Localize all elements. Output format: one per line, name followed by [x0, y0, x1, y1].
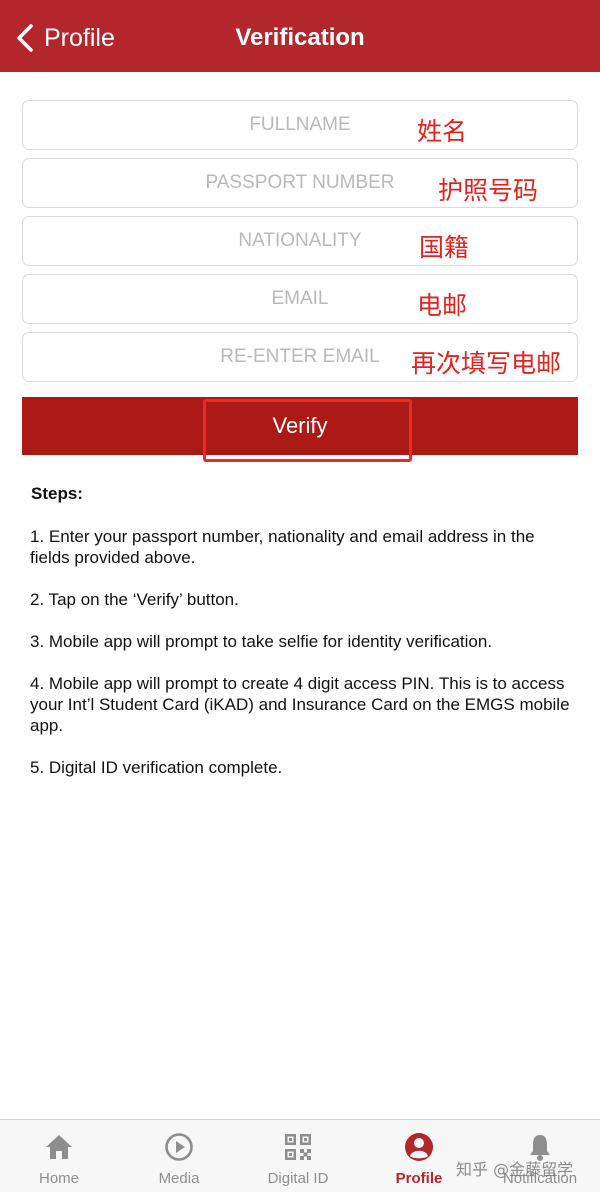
email-field-box [22, 274, 578, 324]
play-circle-icon [165, 1133, 193, 1161]
tab-home[interactable]: Home [4, 1130, 114, 1187]
home-icon [46, 1135, 72, 1159]
tab-label: Notification [502, 1170, 578, 1187]
passport-number-input[interactable] [23, 159, 577, 207]
tab-profile[interactable]: Profile [364, 1130, 474, 1187]
step-item: 3. Mobile app will prompt to take selfie… [30, 632, 493, 651]
step-item: 5. Digital ID verification complete. [30, 758, 283, 777]
step-item: 4. Mobile app will prompt to create 4 di… [30, 674, 570, 735]
user-circle-icon [405, 1133, 433, 1161]
nationality-field-box [22, 216, 578, 266]
steps-section: Steps: 1. Enter your passport number, na… [30, 483, 575, 799]
email-input[interactable] [23, 275, 577, 323]
reenter-email-field-box [22, 332, 578, 382]
tab-label: Home [38, 1170, 79, 1187]
verify-button[interactable]: Verify [22, 397, 578, 455]
tab-digital-id[interactable]: Digital ID [243, 1130, 353, 1187]
nationality-input[interactable] [23, 217, 577, 265]
tab-notification[interactable]: Notification [485, 1130, 595, 1187]
steps-heading: Steps: [31, 484, 83, 503]
bottom-tab-bar: Home Media Digital ID Profile Notificati… [0, 1119, 600, 1192]
tab-label: Profile [395, 1170, 443, 1187]
tab-media[interactable]: Media [124, 1130, 234, 1187]
step-item: 1. Enter your passport number, nationali… [30, 527, 535, 567]
page-title: Verification [235, 24, 365, 51]
fullname-input[interactable] [23, 101, 577, 149]
step-item: 2. Tap on the ‘Verify’ button. [30, 590, 239, 609]
bell-icon [530, 1135, 550, 1161]
qr-code-icon [285, 1134, 311, 1160]
tab-label: Media [158, 1170, 200, 1187]
fullname-field-box [22, 100, 578, 150]
reenter-email-input[interactable] [23, 333, 577, 381]
passport-field-box [22, 158, 578, 208]
tab-label: Digital ID [267, 1170, 329, 1187]
app-header: Profile Verification [0, 0, 600, 72]
